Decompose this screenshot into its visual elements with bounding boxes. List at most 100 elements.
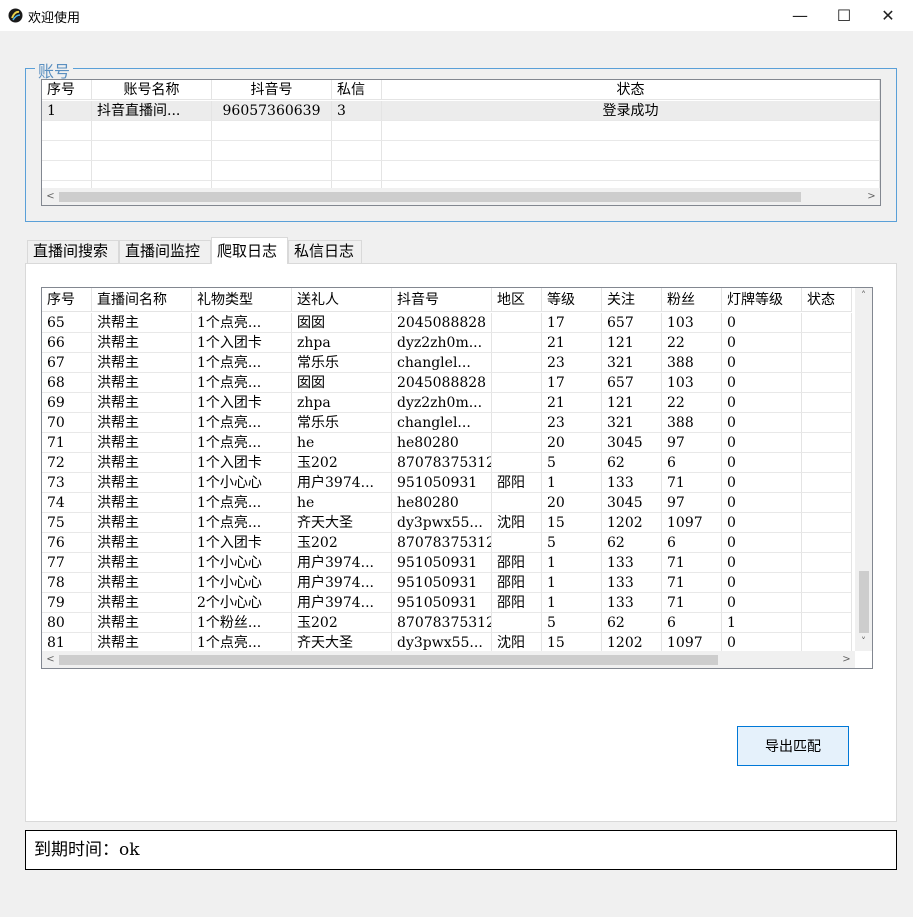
crawl-log-header: 序号 直播间名称 礼物类型 送礼人 抖音号 地区 等级 关注 粉丝 灯牌等级 状态: [42, 288, 852, 312]
table-row[interactable]: 69 洪帮主 1个入团卡 zhpa dyz2zh0m... 21 121 22 0: [42, 393, 852, 413]
crawl-log-grid[interactable]: 序号 直播间名称 礼物类型 送礼人 抖音号 地区 等级 关注 粉丝 灯牌等级 状态 65 洪帮主 1个点…: [41, 287, 873, 669]
table-row[interactable]: 67 洪帮主 1个点亮... 常乐乐 changlel... 23 321 388 0: [42, 353, 852, 373]
table-cell: 沈阳: [492, 513, 542, 533]
table-cell: [92, 161, 212, 181]
table-cell: 657: [602, 373, 662, 393]
table-cell: 洪帮主: [92, 393, 192, 413]
table-row[interactable]: 66 洪帮主 1个入团卡 zhpa dyz2zh0m... 21 121 22 0: [42, 333, 852, 353]
crawl-log-hscrollbar[interactable]: < >: [42, 651, 855, 668]
table-cell: 72: [42, 453, 92, 473]
table-row[interactable]: 68 洪帮主 1个点亮... 囡囡 2045088828 17 657 103 0: [42, 373, 852, 393]
account-grid[interactable]: 序号 账号名称 抖音号 私信 状态 1 抖音直播间... 96057360639 3 登录成功 …: [41, 79, 881, 206]
column-header[interactable]: 序号: [42, 288, 92, 312]
table-row[interactable]: 79 洪帮主 2个小心心 用户3974... 951050931 邵阳 1 133 71 0: [42, 593, 852, 613]
column-header[interactable]: 灯牌等级: [722, 288, 802, 312]
table-cell: 邵阳: [492, 593, 542, 613]
table-cell: 1: [542, 593, 602, 613]
table-cell: [492, 433, 542, 453]
account-grid-hscrollbar[interactable]: < >: [42, 188, 880, 205]
table-row[interactable]: 77 洪帮主 1个小心心 用户3974... 951050931 邵阳 1 133 71 0: [42, 553, 852, 573]
column-header[interactable]: 状态: [382, 80, 880, 100]
scrollbar-thumb[interactable]: [59, 192, 801, 202]
scrollbar-thumb[interactable]: [859, 571, 869, 633]
tab-2[interactable]: 爬取日志: [211, 237, 288, 264]
table-cell: dyz2zh0m...: [392, 333, 492, 353]
table-row[interactable]: 76 洪帮主 1个入团卡 玉202 87078375312 5 62 6 0: [42, 533, 852, 553]
table-cell: 囡囡: [292, 373, 392, 393]
table-cell: 0: [722, 573, 802, 593]
column-header[interactable]: 粉丝: [662, 288, 722, 312]
column-header[interactable]: 等级: [542, 288, 602, 312]
scrollbar-thumb[interactable]: [59, 655, 718, 665]
table-row[interactable]: 72 洪帮主 1个入团卡 玉202 87078375312 5 62 6 0: [42, 453, 852, 473]
minimize-button[interactable]: —: [777, 0, 823, 31]
column-header[interactable]: 序号: [42, 80, 92, 100]
table-cell: 62: [602, 533, 662, 553]
export-match-button[interactable]: 导出匹配: [737, 726, 849, 766]
table-cell: 121: [602, 333, 662, 353]
table-cell: 0: [722, 633, 802, 653]
column-header[interactable]: 私信: [332, 80, 382, 100]
scroll-down-icon[interactable]: ˅: [855, 634, 872, 651]
scroll-left-icon[interactable]: <: [42, 188, 59, 205]
table-row[interactable]: 71 洪帮主 1个点亮... he he80280 20 3045 97 0: [42, 433, 852, 453]
table-cell: 76: [42, 533, 92, 553]
table-row[interactable]: 81 洪帮主 1个点亮... 齐天大圣 dy3pwx55... 沈阳 15 1202 1097 0: [42, 633, 852, 653]
column-header[interactable]: 抖音号: [392, 288, 492, 312]
table-cell: 5: [542, 533, 602, 553]
column-header[interactable]: 账号名称: [92, 80, 212, 100]
column-header[interactable]: 送礼人: [292, 288, 392, 312]
table-row[interactable]: 65 洪帮主 1个点亮... 囡囡 2045088828 17 657 103 0: [42, 313, 852, 333]
column-header[interactable]: 抖音号: [212, 80, 332, 100]
table-cell: [802, 493, 852, 513]
table-cell: 1个点亮...: [192, 373, 292, 393]
table-row[interactable]: 80 洪帮主 1个粉丝... 玉202 87078375312 5 62 6 1: [42, 613, 852, 633]
table-cell: 5: [542, 453, 602, 473]
table-cell: 1个点亮...: [192, 413, 292, 433]
table-row[interactable]: [42, 121, 880, 141]
scroll-right-icon[interactable]: >: [838, 651, 855, 668]
close-button[interactable]: ✕: [865, 0, 911, 31]
table-cell: he80280: [392, 433, 492, 453]
table-cell: 1个小心心: [192, 573, 292, 593]
table-cell: [382, 141, 880, 161]
table-cell: [802, 573, 852, 593]
column-header[interactable]: 直播间名称: [92, 288, 192, 312]
tab-3[interactable]: 私信日志: [288, 240, 362, 263]
table-cell: 用户3974...: [292, 573, 392, 593]
table-row[interactable]: 75 洪帮主 1个点亮... 齐天大圣 dy3pwx55... 沈阳 15 1202 1097 0: [42, 513, 852, 533]
table-cell: [492, 533, 542, 553]
table-row[interactable]: 1 抖音直播间... 96057360639 3 登录成功: [42, 101, 880, 121]
table-row[interactable]: 73 洪帮主 1个小心心 用户3974... 951050931 邵阳 1 133 71 0: [42, 473, 852, 493]
scroll-up-icon[interactable]: ˄: [855, 288, 872, 305]
scroll-left-icon[interactable]: <: [42, 651, 59, 668]
table-row[interactable]: 74 洪帮主 1个点亮... he he80280 20 3045 97 0: [42, 493, 852, 513]
column-header[interactable]: 地区: [492, 288, 542, 312]
table-cell: 71: [42, 433, 92, 453]
column-header[interactable]: 关注: [602, 288, 662, 312]
column-header[interactable]: 礼物类型: [192, 288, 292, 312]
table-cell: 1: [722, 613, 802, 633]
table-cell: he: [292, 493, 392, 513]
column-header[interactable]: 状态: [802, 288, 852, 312]
table-cell: 1个点亮...: [192, 353, 292, 373]
table-cell: 87078375312: [392, 533, 492, 553]
table-cell: [492, 393, 542, 413]
tab-0[interactable]: 直播间搜索: [27, 240, 119, 263]
table-row[interactable]: 70 洪帮主 1个点亮... 常乐乐 changlel... 23 321 388 0: [42, 413, 852, 433]
table-cell: [492, 373, 542, 393]
table-cell: 洪帮主: [92, 593, 192, 613]
table-row[interactable]: [42, 161, 880, 181]
scroll-right-icon[interactable]: >: [863, 188, 880, 205]
tab-1[interactable]: 直播间监控: [119, 240, 211, 263]
maximize-button[interactable]: ☐: [821, 0, 867, 31]
table-row[interactable]: 78 洪帮主 1个小心心 用户3974... 951050931 邵阳 1 133 71 0: [42, 573, 852, 593]
table-row[interactable]: [42, 141, 880, 161]
table-cell: 388: [662, 353, 722, 373]
crawl-log-vscrollbar[interactable]: ˄ ˅: [855, 288, 872, 651]
table-cell: 洪帮主: [92, 413, 192, 433]
table-cell: 洪帮主: [92, 513, 192, 533]
table-cell: 洪帮主: [92, 633, 192, 653]
table-cell: 2045088828: [392, 313, 492, 333]
table-cell: 73: [42, 473, 92, 493]
